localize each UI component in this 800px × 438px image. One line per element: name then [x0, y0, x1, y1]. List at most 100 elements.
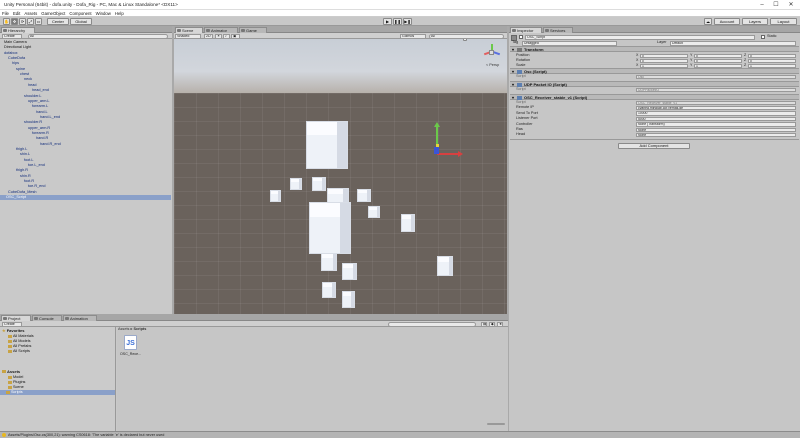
rect-tool-icon[interactable]: ▭	[35, 18, 42, 25]
upper-arm-cube[interactable]	[357, 189, 371, 202]
static-checkbox[interactable]	[761, 35, 765, 39]
layers-dropdown[interactable]: Layers	[742, 18, 768, 25]
hand-r-cube[interactable]	[401, 214, 415, 232]
foot-r-cube[interactable]	[437, 256, 453, 276]
hierarchy-item[interactable]: hand.R_end	[40, 142, 61, 147]
persp-label[interactable]: < Persp	[486, 63, 499, 67]
active-checkbox[interactable]	[519, 35, 523, 39]
file-label[interactable]: OSC_Rece...	[120, 352, 141, 356]
hierarchy-item[interactable]: OSC_Script	[0, 195, 171, 200]
hierarchy-item[interactable]: hand.L	[36, 110, 48, 115]
hierarchy-item[interactable]: hand.R	[36, 136, 48, 141]
2d-toggle[interactable]: 2D	[204, 34, 213, 39]
shading-dropdown[interactable]: Shaded	[175, 34, 201, 39]
hierarchy-item[interactable]: hand.L_end	[40, 115, 60, 120]
close-button[interactable]: ✕	[785, 1, 797, 9]
hierarchy-item[interactable]: thigh.L	[16, 147, 27, 152]
account-dropdown[interactable]: Account	[714, 18, 740, 25]
hierarchy-item[interactable]: Directional Light	[4, 45, 31, 50]
move-handle-x[interactable]	[437, 153, 459, 155]
hierarchy-item[interactable]: neck	[24, 77, 32, 82]
favorite-item[interactable]: All Materials	[8, 334, 34, 339]
hierarchy-item[interactable]: toe.R_end	[28, 184, 46, 189]
menu-window[interactable]: Window	[94, 10, 113, 17]
hierarchy-item[interactable]: shin.L	[20, 152, 30, 157]
minimize-button[interactable]: –	[756, 1, 768, 9]
status-message[interactable]: Assets/Plugins/Osc.cs(300,21): warning C…	[8, 433, 164, 437]
forearm-cube[interactable]	[368, 206, 380, 218]
breadcrumb-scripts[interactable]: Scripts	[133, 327, 146, 331]
hierarchy-item[interactable]: hips	[12, 61, 19, 66]
breadcrumb-assets[interactable]: Assets	[118, 327, 129, 331]
tab-inspector[interactable]: Inspector	[510, 27, 542, 33]
menu-file[interactable]: File	[0, 10, 11, 17]
menu-assets[interactable]: Assets	[22, 10, 39, 17]
object-name-field[interactable]: OSC_Script	[525, 35, 755, 40]
asset-folder-item[interactable]: Scripts	[0, 390, 115, 395]
favorite-item[interactable]: All Scripts	[8, 349, 30, 354]
play-button[interactable]: ▶	[383, 18, 392, 25]
assets-header[interactable]: Assets	[2, 369, 20, 374]
menu-gameobject[interactable]: GameObject	[39, 10, 67, 17]
layer-dropdown[interactable]: Default	[670, 41, 796, 46]
hierarchy-item[interactable]: spine	[16, 67, 25, 72]
shin-cube[interactable]	[342, 263, 357, 280]
receiver-field-value[interactable]: None	[636, 132, 796, 138]
receiver-field-value[interactable]: None (Transform)	[636, 122, 796, 127]
js-file-icon[interactable]: JS	[124, 335, 137, 350]
favorite-item[interactable]: All Models	[8, 339, 31, 344]
hierarchy-item[interactable]: CubeDofa_Mesh	[8, 190, 37, 195]
toe-cube[interactable]	[342, 291, 355, 308]
pause-button[interactable]: ❚❚	[393, 18, 402, 25]
foot-cube[interactable]	[322, 282, 336, 298]
orientation-gizmo-icon[interactable]: < Persp	[482, 42, 504, 70]
move-tool-icon[interactable]: ✥	[11, 18, 18, 25]
hierarchy-item[interactable]: forearm.L	[32, 104, 48, 109]
hierarchy-item[interactable]: foot.L	[24, 158, 34, 163]
icon-size-slider[interactable]	[487, 423, 505, 425]
neck-cube[interactable]	[312, 177, 326, 191]
hierarchy-create-button[interactable]: Create	[2, 34, 22, 39]
hierarchy-item[interactable]: CubeDofa	[8, 56, 25, 61]
hierarchy-item[interactable]: upper_arm.R	[28, 126, 50, 131]
gizmos-dropdown[interactable]: Gizmos	[400, 34, 426, 39]
scale-tool-icon[interactable]: ⤢	[27, 18, 34, 25]
asset-folder-item[interactable]: Scene	[8, 385, 24, 390]
favorite-item[interactable]: All Prefabs	[8, 344, 31, 349]
layout-dropdown[interactable]: Layout	[770, 18, 797, 25]
move-handle-z[interactable]	[434, 147, 439, 154]
receiver-field-value[interactable]: 10000	[636, 111, 796, 116]
head-cube[interactable]	[306, 121, 348, 169]
hierarchy-search-input[interactable]: All	[28, 34, 168, 39]
favorites-header[interactable]: ★ Favorites	[2, 328, 25, 333]
hierarchy-item[interactable]: thigh.R	[16, 168, 28, 173]
tag-dropdown[interactable]: Untagged	[522, 41, 617, 46]
lighting-icon[interactable]: ☀	[215, 34, 222, 39]
hierarchy-item[interactable]: dofabox	[4, 51, 18, 56]
space-toggle[interactable]: Global	[70, 18, 92, 25]
add-component-button[interactable]: Add Component	[618, 143, 690, 149]
audio-icon[interactable]: ♪	[223, 34, 230, 39]
rotate-tool-icon[interactable]: ⟳	[19, 18, 26, 25]
receiver-field-value[interactable]: 5000	[636, 116, 796, 122]
effects-icon[interactable]: ▣	[231, 34, 240, 39]
hierarchy-item[interactable]: head_end	[32, 88, 49, 93]
asset-folder-item[interactable]: Model	[8, 375, 23, 380]
maximize-button[interactable]: ☐	[770, 1, 782, 9]
receiver-field-value[interactable]: None	[636, 127, 796, 132]
asset-folder-item[interactable]: Plugins	[8, 380, 25, 385]
move-plane-handle[interactable]	[436, 144, 439, 147]
hierarchy-item[interactable]: toe.L_end	[28, 163, 45, 168]
transform-header[interactable]: ▾ Transform	[510, 46, 799, 52]
shoulder-cube[interactable]	[290, 178, 302, 190]
menu-edit[interactable]: Edit	[11, 10, 22, 17]
menu-component[interactable]: Component	[67, 10, 93, 17]
pivot-toggle[interactable]: Center	[47, 18, 69, 25]
hierarchy-item[interactable]: head	[28, 83, 36, 88]
hierarchy-item[interactable]: shoulder.R	[24, 120, 42, 125]
hierarchy-item[interactable]: forearm.R	[32, 131, 49, 136]
scene-search-input[interactable]: All	[429, 34, 504, 39]
collab-cloud-icon[interactable]: ☁	[704, 18, 712, 25]
hierarchy-item[interactable]: Main Camera	[4, 40, 27, 45]
menu-help[interactable]: Help	[113, 10, 126, 17]
